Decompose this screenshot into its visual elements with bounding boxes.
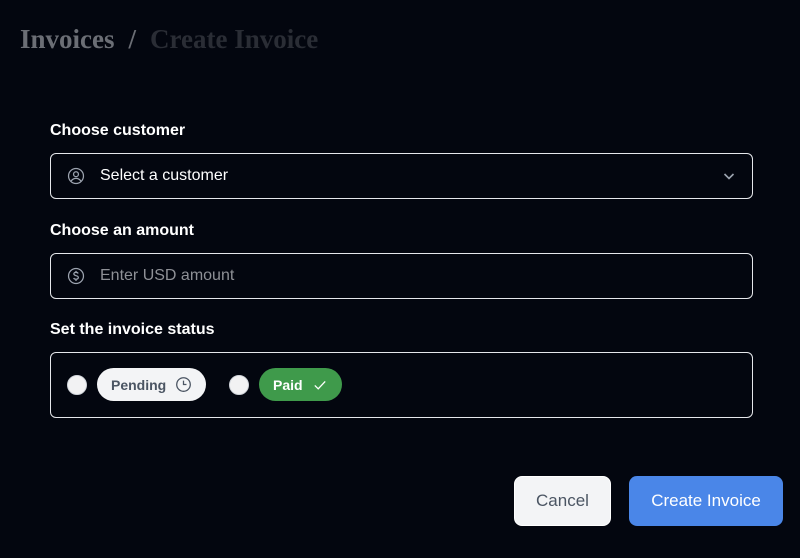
breadcrumb-separator: /	[128, 24, 137, 54]
customer-select[interactable]: Select a customer	[50, 153, 753, 199]
check-icon	[313, 380, 326, 390]
customer-label: Choose customer	[50, 122, 186, 139]
status-pending-label: Pending	[111, 376, 167, 393]
breadcrumb: Invoices / Create Invoice	[20, 24, 318, 55]
amount-input[interactable]: Enter USD amount	[100, 267, 234, 285]
status-paid-radio[interactable]	[229, 375, 249, 395]
status-pending-radio[interactable]	[67, 375, 87, 395]
dollar-circle-icon	[67, 267, 85, 285]
create-invoice-button[interactable]: Create Invoice	[629, 476, 783, 526]
user-circle-icon	[67, 167, 85, 185]
clock-icon	[176, 377, 192, 392]
status-pending-pill[interactable]: Pending	[97, 368, 207, 401]
status-label: Set the invoice status	[50, 321, 215, 338]
status-fieldset: Pending Paid	[50, 352, 753, 418]
status-paid-pill[interactable]: Paid	[259, 368, 342, 401]
amount-input-wrapper[interactable]: Enter USD amount	[50, 253, 753, 299]
cancel-button[interactable]: Cancel	[514, 476, 611, 526]
amount-label: Choose an amount	[50, 222, 195, 239]
customer-select-value: Select a customer	[100, 167, 229, 184]
status-paid-label: Paid	[273, 376, 303, 393]
chevron-down-icon	[723, 173, 735, 180]
breadcrumb-invoices-link[interactable]: Invoices	[20, 24, 115, 55]
breadcrumb-current: Create Invoice	[150, 24, 319, 54]
